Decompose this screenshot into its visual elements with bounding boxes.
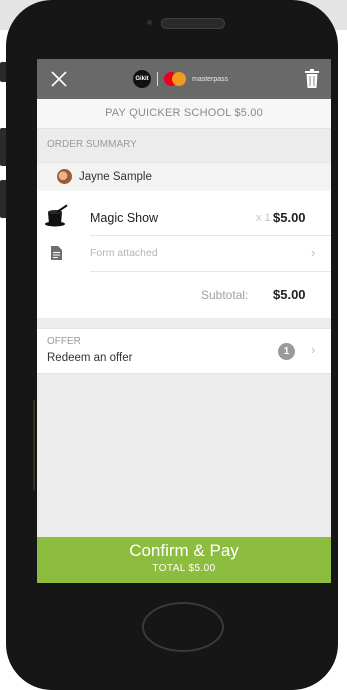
offer-count-badge: 1	[278, 343, 295, 360]
confirm-pay-label: Confirm & Pay	[129, 541, 239, 560]
brand-separator	[157, 72, 158, 86]
pay-header: PAY QUICKER SCHOOL $5.00	[37, 99, 331, 129]
volume-down-button	[0, 180, 6, 218]
subtotal-value: $5.00	[273, 287, 306, 302]
item-quantity: x 1	[256, 212, 271, 224]
item-price: $5.00	[273, 210, 306, 225]
chevron-right-icon[interactable]: ›	[311, 245, 315, 260]
trash-icon[interactable]	[305, 69, 319, 88]
divider	[90, 235, 331, 236]
phone-screen: Gikit masterpass PAY QUICKER SCHOOL $5.0…	[37, 59, 331, 583]
top-bar: Gikit masterpass	[37, 59, 331, 99]
order-summary-label: ORDER SUMMARY	[47, 139, 137, 150]
magic-hat-icon	[45, 203, 70, 227]
item-name: Magic Show	[90, 211, 159, 225]
avatar	[57, 169, 72, 184]
earpiece	[161, 18, 225, 29]
offer-label: OFFER	[47, 336, 81, 347]
mute-switch	[0, 62, 6, 82]
brand-logos: Gikit masterpass	[133, 70, 228, 88]
volume-up-button	[0, 128, 6, 166]
order-items: Magic Show x 1 $5.00 Form attached › Sub…	[37, 191, 331, 318]
form-attached-link[interactable]: Form attached	[90, 247, 158, 259]
document-icon	[51, 246, 62, 260]
home-button[interactable]	[142, 602, 224, 652]
close-icon[interactable]	[49, 69, 69, 89]
screen-edge-accent	[33, 400, 35, 490]
subtotal-label: Subtotal:	[201, 288, 249, 302]
brand-name: masterpass	[192, 75, 229, 83]
customer-name: Jayne Sample	[79, 171, 152, 183]
chevron-right-icon[interactable]: ›	[311, 342, 315, 357]
divider	[90, 271, 331, 272]
front-camera	[147, 20, 152, 25]
brand-badge: Gikit	[133, 70, 151, 88]
confirm-pay-button[interactable]: Confirm & Pay TOTAL $5.00	[37, 537, 331, 583]
customer-row: Jayne Sample	[37, 162, 331, 192]
redeem-offer-row[interactable]: OFFER Redeem an offer 1 ›	[37, 328, 331, 374]
mastercard-logo	[164, 72, 186, 86]
total-amount: TOTAL $5.00	[152, 563, 216, 574]
redeem-offer-text: Redeem an offer	[47, 352, 133, 364]
